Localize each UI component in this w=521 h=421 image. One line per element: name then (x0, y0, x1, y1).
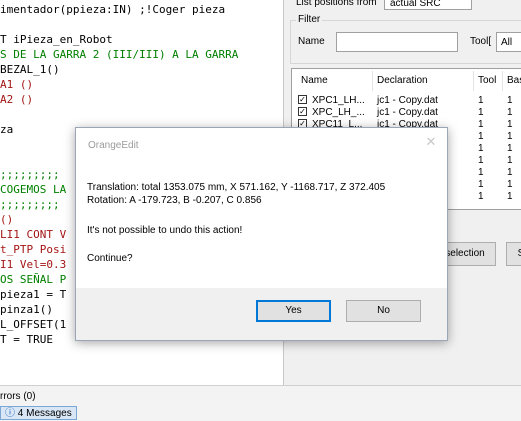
confirm-dialog: OrangeEdit ✕ Translation: total 1353.075… (75, 127, 448, 341)
selection-button-label: selection (445, 248, 485, 259)
no-button[interactable]: No (346, 300, 421, 322)
row-tool: 1 (478, 95, 484, 106)
code-line: za (0, 123, 14, 136)
row-base: 1 (507, 143, 513, 154)
row-base: 1 (507, 95, 513, 106)
row-declaration: jc1 - Copy.dat (377, 95, 438, 106)
column-header-name[interactable]: Name (301, 75, 328, 86)
column-header-declaration[interactable]: Declaration (377, 75, 428, 86)
yes-button-label: Yes (285, 305, 302, 316)
src-select-value: actual SRC (390, 0, 441, 9)
src-select[interactable]: actual SRC (384, 0, 472, 10)
messages-strip: rrors (0) ⓘ 4 Messages (0, 385, 521, 421)
row-base: 1 (507, 155, 513, 166)
info-icon: ⓘ (5, 408, 15, 419)
code-line: pieza1 = T (0, 288, 67, 301)
row-declaration: jc1 - Copy.dat (377, 107, 438, 118)
row-base: 1 (507, 191, 513, 202)
row-base: 1 (507, 179, 513, 190)
tool-filter-label: Tool[ (470, 36, 492, 47)
row-tool: 1 (478, 119, 484, 130)
code-line: pinza1() (0, 303, 53, 316)
code-line: () (0, 213, 14, 226)
table-row[interactable]: ✓ XPC_LH_... jc1 - Copy.dat 1 1 (292, 107, 521, 119)
row-tool: 1 (478, 155, 484, 166)
code-line: T = TRUE (0, 333, 53, 346)
continue-text: Continue? (87, 253, 133, 264)
row-tool: 1 (478, 191, 484, 202)
tool-filter-select[interactable]: All (496, 32, 521, 52)
dialog-footer: Yes No (76, 288, 447, 340)
name-filter-input[interactable] (336, 32, 458, 52)
code-line: S DE LA GARRA 2 (III/III) A LA GARRA (0, 48, 239, 61)
column-header-tool[interactable]: Tool (478, 75, 496, 86)
code-line: t_PTP Posi (0, 243, 67, 256)
s-button-label: S (517, 248, 521, 259)
row-tool: 1 (478, 131, 484, 142)
row-base: 1 (507, 131, 513, 142)
table-row[interactable]: ✓ XPC1_LH... jc1 - Copy.dat 1 1 (292, 95, 521, 107)
name-filter-label: Name (298, 36, 325, 47)
code-line: BEZAL_1() (0, 63, 60, 76)
code-line: A2 () (0, 93, 34, 106)
errors-tab[interactable]: rrors (0) (0, 391, 36, 402)
row-base: 1 (507, 119, 513, 130)
code-line: T iPieza_en_Robot (0, 33, 113, 46)
code-line: ;;;;;;;;; (0, 198, 60, 211)
yes-button[interactable]: Yes (256, 300, 331, 322)
close-icon[interactable]: ✕ (423, 134, 439, 150)
row-tool: 1 (478, 167, 484, 178)
code-line: imentador(ppieza:IN) ;!Coger pieza (0, 3, 226, 16)
row-base: 1 (507, 107, 513, 118)
undo-warning-text: It's not possible to undo this action! (87, 225, 243, 236)
code-line: COGEMOS LA (0, 183, 67, 196)
row-tool: 1 (478, 107, 484, 118)
row-tool: 1 (478, 143, 484, 154)
code-line: L_OFFSET(1 (0, 318, 67, 331)
list-positions-label: List positions from (296, 0, 377, 8)
code-line: A1 () (0, 78, 34, 91)
row-name: XPC1_LH... (312, 95, 365, 106)
code-line: LI1 CONT V (0, 228, 67, 241)
no-button-label: No (377, 305, 390, 316)
row-name: XPC_LH_... (312, 107, 365, 118)
row-checkbox[interactable]: ✓ (298, 107, 307, 116)
code-line: ;;;;;;;;; (0, 168, 60, 181)
s-button[interactable]: S (506, 242, 521, 266)
row-checkbox[interactable]: ✓ (298, 95, 307, 104)
tool-filter-value: All (501, 37, 513, 48)
code-line: OS SEÑAL P (0, 273, 67, 286)
row-tool: 1 (478, 179, 484, 190)
messages-tab[interactable]: ⓘ 4 Messages (0, 406, 77, 420)
filter-label: Filter (296, 14, 323, 25)
row-base: 1 (507, 167, 513, 178)
messages-tab-label: 4 Messages (17, 408, 72, 419)
rotation-text: Rotation: A -179.723, B -0.207, C 0.856 (87, 195, 262, 206)
dialog-title: OrangeEdit (88, 140, 139, 151)
code-line: I1 Vel=0.3 (0, 258, 67, 271)
translation-text: Translation: total 1353.075 mm, X 571.16… (87, 182, 386, 193)
column-header-base[interactable]: Bas (507, 75, 521, 86)
